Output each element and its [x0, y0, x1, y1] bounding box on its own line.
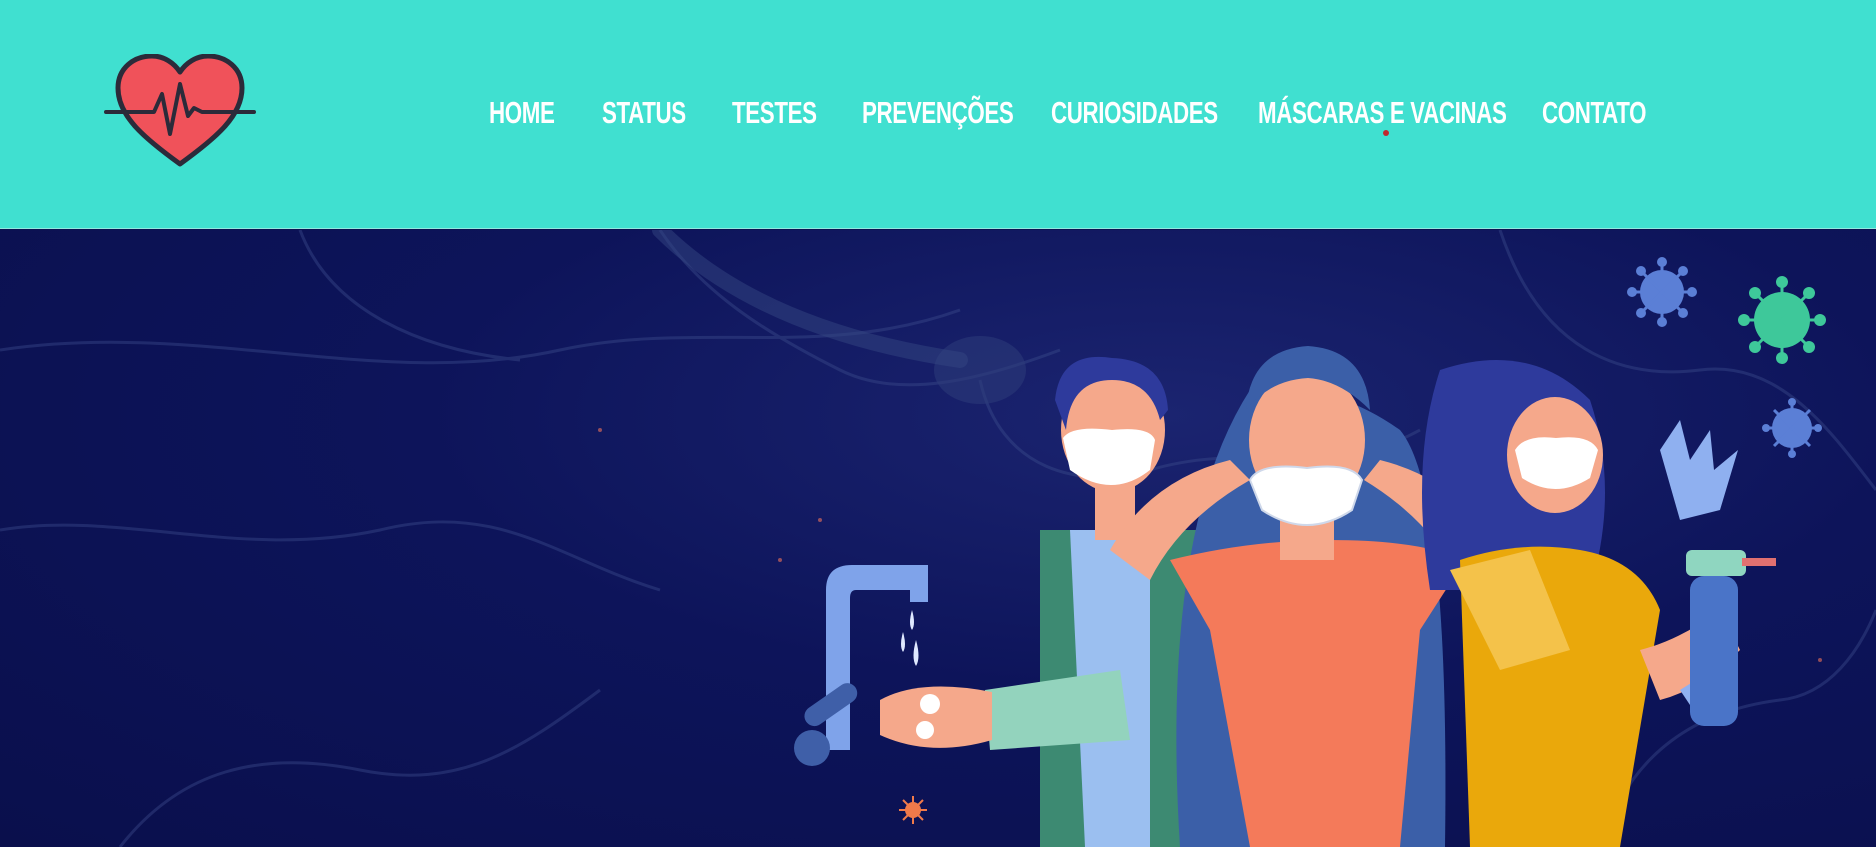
woman-right-figure — [1422, 360, 1776, 847]
nav-item-status[interactable]: STATUS — [602, 88, 686, 138]
active-nav-indicator — [1383, 130, 1389, 136]
virus-icon — [1738, 276, 1826, 364]
nav-item-curiosidades[interactable]: CURIOSIDADES — [1051, 88, 1218, 138]
site-header: HOME STATUS TESTES PREVENÇÕES CURIOSIDAD… — [0, 0, 1876, 229]
nav-item-home[interactable]: HOME — [489, 88, 555, 138]
nav-item-contato[interactable]: CONTATO — [1542, 88, 1646, 138]
nav-item-testes[interactable]: TESTES — [732, 88, 817, 138]
nav-item-prevencoes[interactable]: PREVENÇÕES — [862, 88, 1014, 138]
virus-icon — [1762, 398, 1822, 458]
hero-banner — [0, 230, 1876, 847]
virus-icon — [1627, 257, 1697, 327]
nav-item-mascaras-e-vacinas[interactable]: MÁSCARAS E VACINAS — [1258, 88, 1507, 138]
hero-background — [0, 230, 1876, 847]
main-nav: HOME STATUS TESTES PREVENÇÕES CURIOSIDAD… — [0, 88, 1876, 138]
virus-icon — [899, 796, 927, 824]
